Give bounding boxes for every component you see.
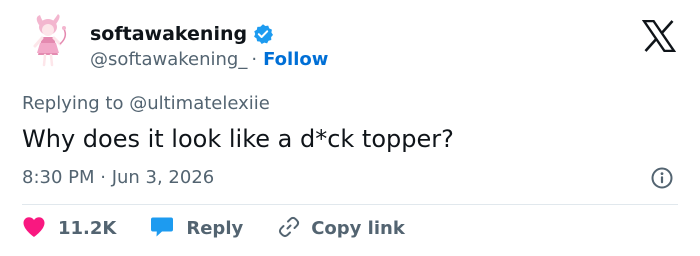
handle-separator: · [251,49,258,70]
follow-button[interactable]: Follow [263,48,328,72]
reply-button[interactable]: Reply [150,214,243,244]
copy-link-label: Copy link [311,218,405,239]
divider [22,204,678,205]
author-name-row: softawakening [90,22,274,46]
author-display-name[interactable]: softawakening [90,22,247,46]
info-icon[interactable] [650,166,674,190]
tweet-card: softawakening @softawakening_ · Follow R… [0,0,700,256]
copy-link-button[interactable]: Copy link [277,214,405,244]
x-logo-icon[interactable] [641,19,677,53]
link-icon [277,215,301,243]
like-count: 11.2K [58,218,117,239]
tweet-text: Why does it look like a d*ck topper? [22,125,454,153]
author-handle-row: @softawakening_ · Follow [90,48,328,72]
verified-badge-icon[interactable] [252,23,274,45]
heart-icon [22,216,46,242]
reply-label: Reply [186,218,244,239]
avatar-illustration [22,13,78,69]
avatar[interactable] [22,13,78,69]
replying-to-label[interactable]: Replying to @ultimatelexiie [22,92,270,116]
author-handle[interactable]: @softawakening_ [90,48,247,72]
reply-bubble-icon [150,216,174,242]
like-button[interactable]: 11.2K [22,214,116,244]
tweet-timestamp[interactable]: 8:30 PM · Jun 3, 2026 [22,166,214,190]
action-bar: 11.2K Reply Copy link [22,214,405,244]
